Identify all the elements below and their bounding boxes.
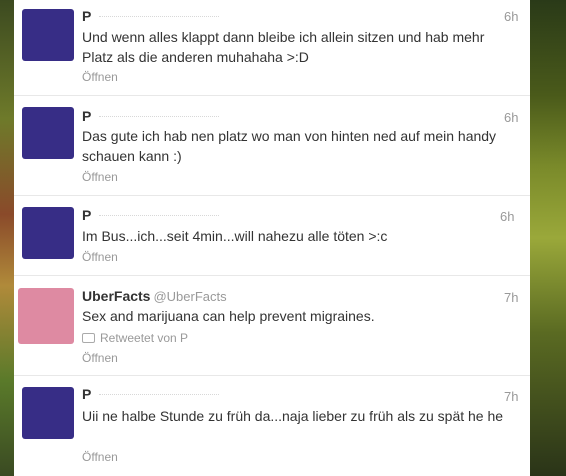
background-right [530, 0, 566, 476]
open-link[interactable]: Öffnen [82, 70, 118, 84]
retweet-icon [82, 333, 95, 343]
tweet[interactable]: P 6h Im Bus...ich...seit 4min...will nah… [14, 196, 530, 276]
redacted-handle [99, 393, 220, 397]
tweet-author[interactable]: P [82, 207, 220, 223]
background-left [0, 0, 14, 476]
tweet-timeline: P 6h Und wenn alles klappt dann bleibe i… [14, 0, 530, 476]
tweet-author[interactable]: P [82, 386, 220, 402]
tweet-text: Und wenn alles klappt dann bleibe ich al… [82, 29, 485, 65]
redacted-handle [99, 214, 220, 218]
redacted-handle [99, 115, 220, 119]
author-handle[interactable]: @UberFacts [153, 289, 226, 304]
tweet[interactable]: P 7h Uii ne halbe Stunde zu früh da...na… [14, 376, 530, 476]
tweet-time[interactable]: 7h [504, 389, 518, 404]
avatar[interactable] [22, 207, 74, 259]
tweet-text: Uii ne halbe Stunde zu früh da...naja li… [82, 408, 504, 424]
avatar[interactable] [22, 9, 74, 61]
tweet-text: Das gute ich hab nen platz wo man von hi… [82, 128, 497, 164]
open-link[interactable]: Öffnen [82, 250, 118, 264]
tweet-text: Im Bus...ich...seit 4min...will nahezu a… [82, 228, 388, 244]
retweet-info: Retweetet von P [82, 331, 188, 345]
tweet[interactable]: P 6h Und wenn alles klappt dann bleibe i… [14, 0, 530, 96]
tweet-time[interactable]: 7h [504, 290, 518, 305]
author-name[interactable]: P [82, 207, 91, 223]
tweet-author[interactable]: P [82, 8, 220, 24]
tweet[interactable]: P 6h Das gute ich hab nen platz wo man v… [14, 96, 530, 196]
author-name[interactable]: P [82, 108, 91, 124]
tweet-time[interactable]: 6h [500, 209, 514, 224]
open-link[interactable]: Öffnen [82, 351, 118, 365]
tweet-time[interactable]: 6h [504, 110, 518, 125]
author-name[interactable]: UberFacts [82, 288, 150, 304]
tweet-author[interactable]: UberFacts @UberFacts [82, 288, 227, 304]
redacted-handle [99, 15, 220, 19]
avatar[interactable] [18, 288, 74, 344]
tweet[interactable]: UberFacts @UberFacts 7h Sex and marijuana… [14, 276, 530, 376]
retweet-label[interactable]: Retweetet von P [100, 331, 188, 345]
tweet-text: Sex and marijuana can help prevent migra… [82, 308, 375, 324]
open-link[interactable]: Öffnen [82, 170, 118, 184]
avatar[interactable] [22, 387, 74, 439]
author-name[interactable]: P [82, 386, 91, 402]
author-name[interactable]: P [82, 8, 91, 24]
avatar[interactable] [22, 107, 74, 159]
open-link[interactable]: Öffnen [82, 450, 118, 464]
tweet-author[interactable]: P [82, 108, 220, 124]
tweet-time[interactable]: 6h [504, 9, 518, 24]
